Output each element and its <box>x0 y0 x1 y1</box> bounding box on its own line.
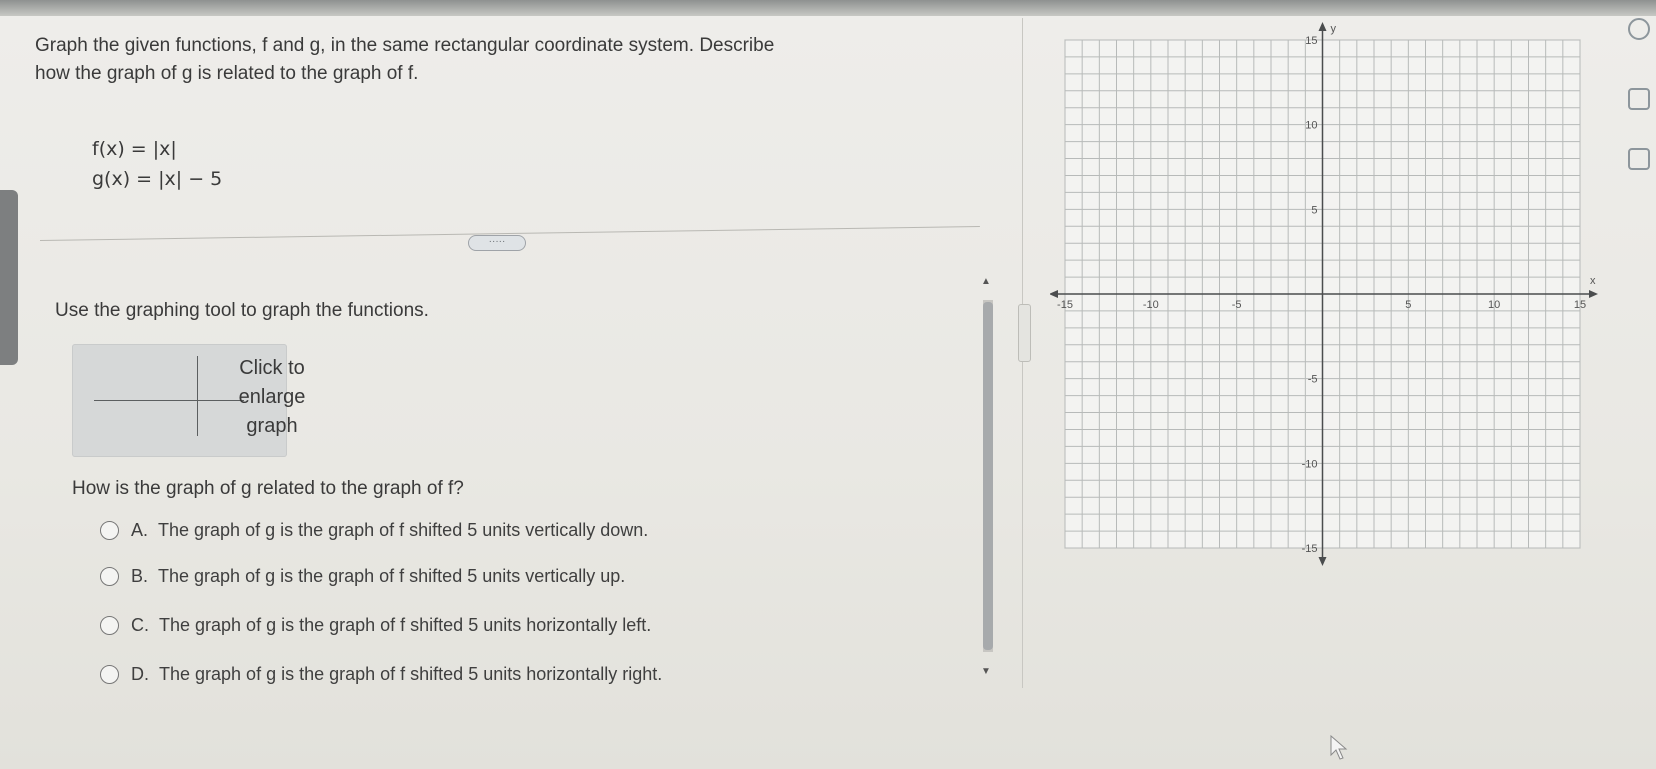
scroll-down-arrow-icon[interactable]: ▼ <box>981 666 991 677</box>
option-b-text: The graph of g is the graph of f shifted… <box>158 566 626 586</box>
x-tick-label: 15 <box>1574 299 1586 311</box>
option-d-radio[interactable] <box>100 665 119 684</box>
x-axis-arrow-left <box>1049 290 1058 298</box>
x-tick-label: -15 <box>1057 299 1073 311</box>
question-line-2: how the graph of g is related to the gra… <box>35 63 419 84</box>
coordinate-grid[interactable]: y x -15 -10 -5 5 10 15 15 10 5 -5 -10 -15 <box>1049 18 1600 578</box>
thumbnail-label: Click to enlarge graph <box>217 354 327 441</box>
option-b-radio[interactable] <box>100 567 119 586</box>
zoom-out-icon[interactable] <box>1628 88 1650 110</box>
option-d-letter: D. <box>131 664 149 684</box>
y-axis-arrow-down <box>1318 557 1327 566</box>
browser-top-strip <box>0 0 1656 16</box>
x-axis-arrow-right <box>1589 290 1598 298</box>
option-a[interactable]: A. The graph of g is the graph of f shif… <box>100 520 648 541</box>
more-button[interactable]: ····· <box>468 235 526 251</box>
relation-question: How is the graph of g related to the gra… <box>72 478 464 499</box>
thumbnail-label-line-1: Click to <box>239 357 305 379</box>
x-tick-label: 5 <box>1405 299 1411 311</box>
question-line-1: Graph the given functions, f and g, in t… <box>35 35 775 56</box>
option-b-letter: B. <box>131 566 149 586</box>
option-c[interactable]: C. The graph of g is the graph of f shif… <box>100 615 651 636</box>
y-axis-label: y <box>1331 23 1337 35</box>
instruction-text: Use the graphing tool to graph the funct… <box>55 300 429 321</box>
option-d-text: The graph of g is the graph of f shifted… <box>159 664 663 684</box>
x-tick-label: -5 <box>1232 299 1242 311</box>
scroll-up-arrow-icon[interactable]: ▲ <box>981 276 991 287</box>
scrollbar-thumb[interactable] <box>983 302 993 650</box>
y-tick-label: -15 <box>1302 543 1318 555</box>
option-c-radio[interactable] <box>100 616 119 635</box>
y-tick-label: 5 <box>1311 204 1317 216</box>
option-c-letter: C. <box>131 615 149 635</box>
option-c-text: The graph of g is the graph of f shifted… <box>159 615 652 635</box>
enlarge-graph-thumbnail[interactable]: Click to enlarge graph <box>72 344 305 457</box>
zoom-in-icon[interactable] <box>1628 18 1650 40</box>
option-b[interactable]: B. The graph of g is the graph of f shif… <box>100 566 625 587</box>
function-g: g(x) = |x| − 5 <box>92 168 223 190</box>
mouse-cursor-icon <box>1330 735 1348 760</box>
option-d[interactable]: D. The graph of g is the graph of f shif… <box>100 664 662 685</box>
expand-icon[interactable] <box>1628 148 1650 170</box>
thumbnail-label-line-3: graph <box>246 415 298 437</box>
function-f: f(x) = |x| <box>92 138 177 160</box>
y-axis-arrow-up <box>1318 22 1327 31</box>
x-axis-label: x <box>1590 275 1596 287</box>
thumbnail-y-axis <box>197 356 198 436</box>
panel-resize-handle[interactable] <box>1018 304 1031 362</box>
y-tick-label: -5 <box>1308 374 1318 386</box>
thumbnail-label-line-2: enlarge <box>238 386 306 408</box>
y-tick-label: -10 <box>1302 458 1318 470</box>
graph-panel[interactable]: y x -15 -10 -5 5 10 15 15 10 5 -5 -10 -15 <box>1049 18 1600 578</box>
option-a-letter: A. <box>131 520 149 540</box>
y-tick-label: 15 <box>1305 35 1317 47</box>
option-a-text: The graph of g is the graph of f shifted… <box>158 520 649 540</box>
y-tick-label: 10 <box>1305 120 1317 132</box>
option-a-radio[interactable] <box>100 521 119 540</box>
question-text: Graph the given functions, f and g, in t… <box>35 32 965 88</box>
left-panel-handle[interactable] <box>0 190 18 365</box>
x-tick-label: 10 <box>1488 299 1500 311</box>
x-tick-label: -10 <box>1143 299 1159 311</box>
